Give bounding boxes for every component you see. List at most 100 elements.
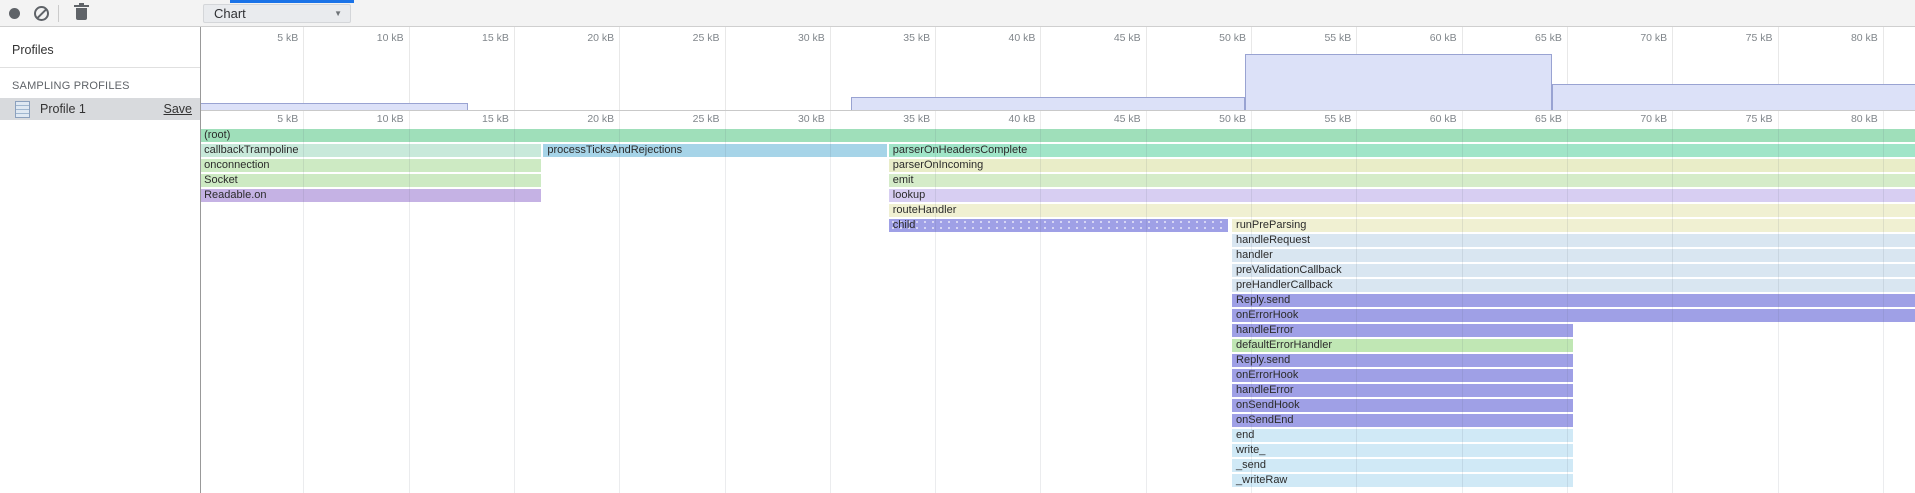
gridline-25kb <box>725 27 726 110</box>
flame-bar-lookup[interactable]: lookup <box>889 189 1915 202</box>
delete-profile-button[interactable] <box>70 0 92 27</box>
ruler-tick-label: 80 kB <box>1818 113 1878 125</box>
overview-area-segment <box>1245 54 1552 110</box>
flame-bar-parserOnIncoming[interactable]: parserOnIncoming <box>889 159 1915 172</box>
flame-bar-child[interactable]: child <box>889 219 1228 232</box>
record-icon <box>9 8 20 19</box>
flame-chart: (root) callbackTrampolineprocessTicksAndR… <box>201 127 1915 493</box>
ruler-tick-label: 30 kB <box>765 32 825 44</box>
ruler-tick-label: 75 kB <box>1713 32 1773 44</box>
ruler-tick-label: 65 kB <box>1502 113 1562 125</box>
flame-bar-_send[interactable]: _send <box>1232 459 1573 472</box>
gridline-15kb <box>514 27 515 110</box>
flame-bar-Reply.send[interactable]: Reply.send <box>1232 294 1915 307</box>
flame-bar-emit[interactable]: emit <box>889 174 1915 187</box>
gridline-20kb <box>619 111 620 127</box>
flame-bar-end[interactable]: end <box>1232 429 1573 442</box>
flame-bar-onErrorHook[interactable]: onErrorHook <box>1232 309 1915 322</box>
gridline-10kb <box>409 27 410 110</box>
view-mode-select[interactable]: Chart ▼ <box>203 4 351 23</box>
sampling-profiles-heading: SAMPLING PROFILES <box>0 68 200 98</box>
gridline-5kb <box>303 111 304 127</box>
flame-bar-parserOnHeadersComplete[interactable]: parserOnHeadersComplete <box>889 144 1915 157</box>
overview-area-segment <box>1552 84 1915 110</box>
flame-bar-handleError[interactable]: handleError <box>1232 324 1573 337</box>
ruler-tick-label: 25 kB <box>660 32 720 44</box>
gridline-30kb <box>830 127 831 493</box>
sidebar-item-profile-1[interactable]: Profile 1 Save <box>0 98 200 120</box>
ruler-tick-label: 15 kB <box>449 32 509 44</box>
flame-bar-onSendHook[interactable]: onSendHook <box>1232 399 1573 412</box>
gridline-35kb <box>935 111 936 127</box>
gridline-45kb <box>1146 111 1147 127</box>
flame-bar-onconnection[interactable]: onconnection <box>201 159 541 172</box>
save-profile-link[interactable]: Save <box>164 102 193 116</box>
view-mode-value: Chart <box>204 6 334 21</box>
flame-bar-routeHandler[interactable]: routeHandler <box>889 204 1915 217</box>
ruler-tick-label: 35 kB <box>870 32 930 44</box>
ruler-tick-label: 70 kB <box>1607 32 1667 44</box>
sidebar-title: Profiles <box>0 27 200 68</box>
gridline-10kb <box>409 111 410 127</box>
flame-bar-defaultErrorHandler[interactable]: defaultErrorHandler <box>1232 339 1573 352</box>
ruler-tick-label: 45 kB <box>1081 113 1141 125</box>
gridline-25kb <box>725 127 726 493</box>
ruler-tick-label: 60 kB <box>1397 113 1457 125</box>
profiles-sidebar: Profiles SAMPLING PROFILES Profile 1 Sav… <box>0 27 201 493</box>
memory-profiler-panel: Chart ▼ Profiles SAMPLING PROFILES Profi… <box>0 0 1915 493</box>
toolbar-divider <box>58 5 59 22</box>
block-icon <box>34 6 49 21</box>
ruler-tick-label: 55 kB <box>1291 32 1351 44</box>
flame-bar-_writeRaw[interactable]: _writeRaw <box>1232 474 1573 487</box>
flame-bar-handleError[interactable]: handleError <box>1232 384 1573 397</box>
ruler-tick-label: 70 kB <box>1607 113 1667 125</box>
ruler-tick-label: 20 kB <box>554 113 614 125</box>
flame-bar-Reply.send[interactable]: Reply.send <box>1232 354 1573 367</box>
gridline-5kb <box>303 27 304 110</box>
active-tab-indicator <box>230 0 354 3</box>
clear-profiles-button[interactable] <box>31 0 51 27</box>
flame-bar-onErrorHook[interactable]: onErrorHook <box>1232 369 1573 382</box>
flame-bar-callbackTrampoline[interactable]: callbackTrampoline <box>201 144 541 157</box>
flame-bar-processTicksAndRejections[interactable]: processTicksAndRejections <box>543 144 886 157</box>
gridline-55kb <box>1356 111 1357 127</box>
gridline-50kb <box>1251 111 1252 127</box>
flame-bar-root[interactable]: (root) <box>201 129 1915 142</box>
profiler-toolbar: Chart ▼ <box>0 0 1915 27</box>
ruler-tick-label: 5 kB <box>238 32 298 44</box>
chevron-down-icon: ▼ <box>334 9 350 18</box>
gridline-40kb <box>1040 111 1041 127</box>
ruler-tick-label: 20 kB <box>554 32 614 44</box>
gridline-15kb <box>514 111 515 127</box>
record-button[interactable] <box>4 0 24 27</box>
ruler-tick-label: 30 kB <box>765 113 825 125</box>
gridline-80kb <box>1883 111 1884 127</box>
gridline-25kb <box>725 111 726 127</box>
ruler-tick-label: 50 kB <box>1186 113 1246 125</box>
ruler-tick-label: 40 kB <box>975 32 1035 44</box>
flame-bar-handleRequest[interactable]: handleRequest <box>1232 234 1915 247</box>
overview-area-segment <box>201 103 468 110</box>
flame-bar-preHandlerCallback[interactable]: preHandlerCallback <box>1232 279 1915 292</box>
ruler-tick-label: 55 kB <box>1291 113 1351 125</box>
ruler-tick-label: 25 kB <box>660 113 720 125</box>
ruler-tick-label: 10 kB <box>344 113 404 125</box>
gridline-20kb <box>619 27 620 110</box>
flame-bar-write_[interactable]: write_ <box>1232 444 1573 457</box>
flame-bar-Readable.on[interactable]: Readable.on <box>201 189 541 202</box>
allocation-chart-area: 5 kB 10 kB 15 kB 20 kB 25 kB 30 kB 35 kB 40 kB 4… <box>201 27 1915 493</box>
ruler-tick-label: 40 kB <box>975 113 1035 125</box>
ruler-tick-label: 10 kB <box>344 32 404 44</box>
gridline-65kb <box>1567 111 1568 127</box>
memory-overview-pane[interactable]: 5 kB10 kB15 kB20 kB25 kB30 kB35 kB40 kB4… <box>201 27 1915 111</box>
profile-name: Profile 1 <box>40 102 164 116</box>
flame-bar-preValidationCallback[interactable]: preValidationCallback <box>1232 264 1915 277</box>
gridline-75kb <box>1778 111 1779 127</box>
flame-bar-onSendEnd[interactable]: onSendEnd <box>1232 414 1573 427</box>
trash-icon <box>76 8 87 20</box>
overview-area-segment <box>851 97 1245 110</box>
flame-bar-handler[interactable]: handler <box>1232 249 1915 262</box>
flame-bar-Socket[interactable]: Socket <box>201 174 541 187</box>
flame-bar-runPreParsing[interactable]: runPreParsing <box>1232 219 1915 232</box>
ruler-tick-label: 5 kB <box>238 113 298 125</box>
